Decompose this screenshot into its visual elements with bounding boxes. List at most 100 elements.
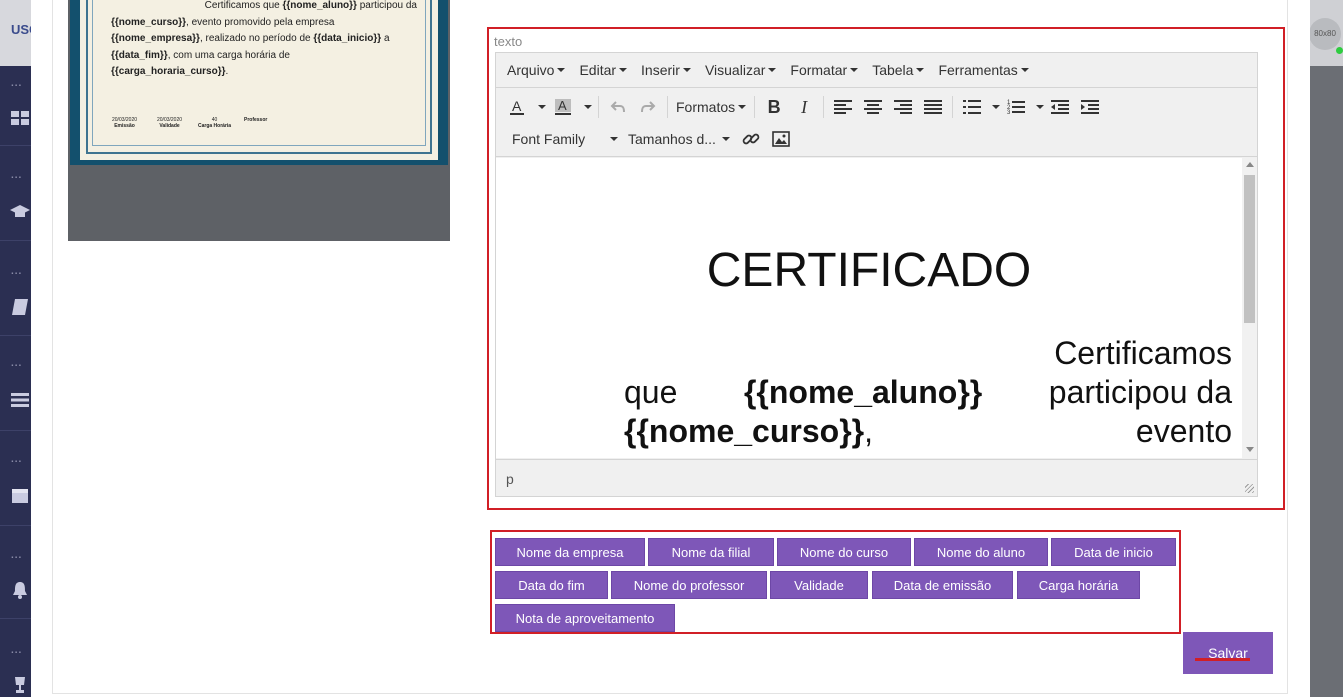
- var-nome-professor-button[interactable]: Nome do professor: [611, 571, 767, 599]
- var-nome-aluno-button[interactable]: Nome do aluno: [914, 538, 1048, 566]
- insert-link-button[interactable]: [736, 125, 766, 153]
- editor-statusbar: p: [496, 459, 1257, 496]
- var-data-inicio-button[interactable]: Data de inicio: [1051, 538, 1176, 566]
- font-size-select[interactable]: Tamanhos d...: [624, 125, 736, 153]
- caret-down-icon: [991, 105, 1000, 109]
- list-icon[interactable]: [10, 390, 30, 410]
- align-justify-icon: [924, 100, 943, 114]
- align-left-button[interactable]: [828, 93, 858, 121]
- align-left-icon: [834, 100, 853, 114]
- sidebar-dots: ...: [11, 358, 23, 369]
- rich-text-editor: Arquivo Editar Inserir Visualizar Format…: [495, 52, 1258, 497]
- font-family-select[interactable]: Font Family: [502, 125, 624, 153]
- save-button[interactable]: Salvar: [1183, 632, 1273, 674]
- menu-formatar[interactable]: Formatar: [783, 62, 865, 78]
- menu-tabela[interactable]: Tabela: [865, 62, 931, 78]
- var-validade-button[interactable]: Validade: [770, 571, 868, 599]
- caret-down-icon: [537, 105, 546, 109]
- var-carga-horaria-button[interactable]: Carga horária: [1017, 571, 1140, 599]
- sidebar-separator: [0, 145, 31, 146]
- preview-footer-validade: 20/03/2020 Validade: [157, 117, 183, 129]
- undo-icon: [610, 101, 625, 113]
- bell-icon[interactable]: [10, 580, 30, 600]
- graduation-cap-icon[interactable]: [10, 202, 30, 222]
- bullet-list-dropdown[interactable]: [987, 93, 1001, 121]
- outdent-button[interactable]: [1045, 93, 1075, 121]
- editor-menubar: Arquivo Editar Inserir Visualizar Format…: [496, 53, 1257, 88]
- scroll-down-icon[interactable]: [1246, 447, 1254, 452]
- menu-visualizar[interactable]: Visualizar: [698, 62, 783, 78]
- preview-text-line: {{carga_horaria_curso}}.: [111, 66, 229, 77]
- scroll-up-icon[interactable]: [1246, 162, 1254, 167]
- sidebar-dots: ...: [11, 454, 23, 465]
- sidebar-separator: [0, 430, 31, 431]
- sidebar-separator: [0, 240, 31, 241]
- trophy-icon[interactable]: [10, 675, 30, 695]
- var-data-emissao-button[interactable]: Data de emissão: [872, 571, 1013, 599]
- book-icon[interactable]: [10, 297, 30, 317]
- dashboard-icon[interactable]: [10, 108, 30, 128]
- element-path[interactable]: p: [506, 471, 514, 487]
- text-color-button[interactable]: A: [502, 93, 532, 121]
- var-data-fim-button[interactable]: Data do fim: [495, 571, 608, 599]
- numbered-list-dropdown[interactable]: [1031, 93, 1045, 121]
- menu-arquivo[interactable]: Arquivo: [500, 62, 572, 78]
- toolbar-row-2: Font Family Tamanhos d...: [496, 123, 796, 155]
- editor-scrollbar[interactable]: [1242, 158, 1257, 458]
- bold-icon: B: [767, 96, 781, 117]
- resize-handle-icon[interactable]: [1245, 484, 1254, 493]
- app-right-area: [1310, 0, 1343, 697]
- caret-down-icon: [722, 137, 730, 141]
- text-color-dropdown[interactable]: [532, 93, 548, 121]
- bullet-list-button[interactable]: [957, 93, 987, 121]
- var-nota-aproveitamento-button[interactable]: Nota de aproveitamento: [495, 604, 675, 632]
- sidebar-separator: [0, 618, 31, 619]
- document-line-3: {{nome_curso}}, evento: [624, 413, 1232, 449]
- italic-button[interactable]: I: [789, 93, 819, 121]
- editor-content-area[interactable]: CERTIFICADO Certificamos que {{nome_alun…: [496, 158, 1257, 458]
- text-color-icon: A: [510, 98, 524, 115]
- formats-dropdown[interactable]: Formatos: [672, 93, 750, 121]
- undo-button[interactable]: [603, 93, 633, 121]
- bullet-list-icon: [963, 100, 982, 114]
- link-icon: [742, 133, 760, 145]
- background-color-dropdown[interactable]: [578, 93, 594, 121]
- caret-down-icon: [610, 137, 618, 141]
- caret-down-icon: [738, 105, 747, 109]
- numbered-list-button[interactable]: 123: [1001, 93, 1031, 121]
- field-label-texto: texto: [494, 34, 523, 49]
- align-right-icon: [894, 100, 913, 114]
- calendar-icon[interactable]: [10, 485, 30, 505]
- indent-button[interactable]: [1075, 93, 1105, 121]
- toolbar-row-1: A A Formatos B I 1 2 3: [496, 91, 1105, 123]
- background-color-button[interactable]: A: [548, 93, 578, 121]
- certificate-image: Certificamos que {{nome_aluno}} particip…: [70, 0, 448, 165]
- insert-image-button[interactable]: [766, 125, 796, 153]
- outdent-icon: [1051, 100, 1070, 114]
- image-icon: [772, 131, 790, 147]
- italic-icon: I: [801, 96, 808, 117]
- indent-icon: [1081, 100, 1100, 114]
- menu-ferramentas[interactable]: Ferramentas: [931, 62, 1035, 78]
- align-justify-button[interactable]: [918, 93, 948, 121]
- var-nome-empresa-button[interactable]: Nome da empresa: [495, 538, 645, 566]
- var-nome-filial-button[interactable]: Nome da filial: [648, 538, 774, 566]
- sidebar-dots: ...: [11, 78, 23, 89]
- redo-button[interactable]: [633, 93, 663, 121]
- scroll-thumb[interactable]: [1244, 175, 1255, 323]
- avatar[interactable]: 80x80: [1309, 18, 1341, 50]
- menu-editar[interactable]: Editar: [572, 62, 634, 78]
- svg-text:A: A: [558, 98, 567, 113]
- background-color-icon: A: [555, 98, 571, 115]
- align-right-button[interactable]: [888, 93, 918, 121]
- align-center-button[interactable]: [858, 93, 888, 121]
- caret-down-icon: [1035, 105, 1044, 109]
- bold-button[interactable]: B: [759, 93, 789, 121]
- sidebar-dots: ...: [11, 550, 23, 561]
- caret-down-icon: [583, 105, 592, 109]
- var-nome-curso-button[interactable]: Nome do curso: [777, 538, 911, 566]
- caret-down-icon: [1020, 68, 1029, 72]
- document-line-1: Certificamos: [1054, 335, 1232, 371]
- menu-inserir[interactable]: Inserir: [634, 62, 698, 78]
- editor-toolbar: A A Formatos B I 1 2 3 Font Family Taman…: [496, 89, 1257, 157]
